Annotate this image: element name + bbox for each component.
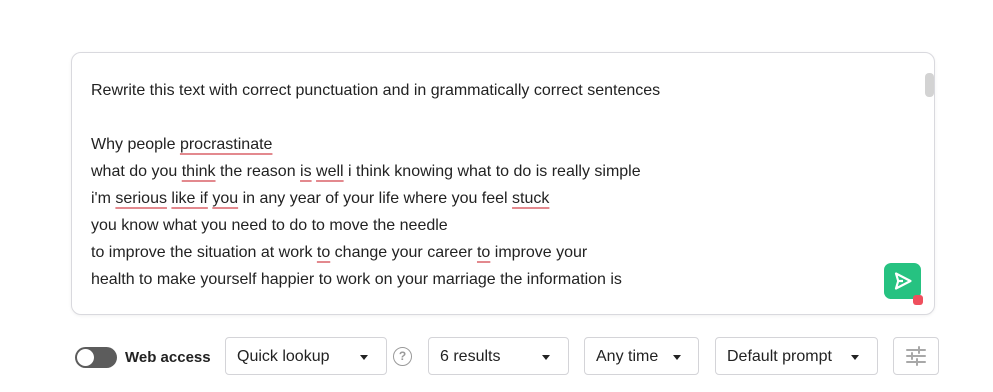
settings-button[interactable] <box>893 337 939 375</box>
prompt-text-segment: i think knowing what to do is really sim… <box>343 163 641 180</box>
prompt-line: Rewrite this text with correct punctuati… <box>91 77 891 104</box>
prompt-line <box>91 104 891 131</box>
prompt-line: what do you think the reason is well i t… <box>91 158 891 185</box>
prompt-text-segment <box>91 109 95 126</box>
misspelled-word: stuck <box>512 190 550 207</box>
results-count-select[interactable]: 6 results <box>428 337 569 375</box>
prompt-line: you know what you need to do to move the… <box>91 212 891 239</box>
prompt-text-segment: the reason <box>215 163 301 180</box>
prompt-text-segment: i'm <box>91 190 116 207</box>
time-range-select[interactable]: Any time <box>584 337 699 375</box>
misspelled-word: to <box>316 244 331 261</box>
web-access-toggle[interactable] <box>75 347 117 368</box>
chevron-down-icon <box>851 355 859 360</box>
prompt-textarea[interactable]: Rewrite this text with correct punctuati… <box>71 52 935 315</box>
misspelled-word: you <box>212 190 239 207</box>
search-options-toolbar: Web access Quick lookup ? 6 results Any … <box>0 336 993 378</box>
lookup-mode-select[interactable]: Quick lookup <box>225 337 387 375</box>
time-range-value: Any time <box>596 348 659 365</box>
send-button[interactable] <box>884 263 921 299</box>
prompt-text-segment: health to make yourself happier to work … <box>91 271 622 288</box>
sliders-icon <box>906 346 926 366</box>
misspelled-word: is <box>300 163 312 180</box>
misspelled-word: like if <box>171 190 208 207</box>
chevron-down-icon <box>542 355 550 360</box>
prompt-text[interactable]: Rewrite this text with correct punctuati… <box>91 77 891 311</box>
prompt-text-segment <box>91 298 536 311</box>
misspelled-word: serious <box>115 190 167 207</box>
prompt-text-segment: improve your <box>490 244 588 261</box>
prompt-text-segment: Rewrite this text with correct punctuati… <box>91 82 661 99</box>
prompt-text-segment: Why people <box>91 136 180 153</box>
lookup-mode-value: Quick lookup <box>237 348 330 365</box>
results-count-value: 6 results <box>440 348 501 365</box>
chevron-down-icon <box>360 355 368 360</box>
prompt-line: Why people procrastinate <box>91 131 891 158</box>
prompt-text-segment: in any year of your life where you feel <box>238 190 513 207</box>
misspelled-word: well <box>316 163 344 180</box>
help-icon[interactable]: ? <box>393 347 412 366</box>
prompt-template-value: Default prompt <box>727 348 832 365</box>
misspelled-word: to <box>476 244 491 261</box>
send-icon <box>894 272 912 290</box>
prompt-line: health to make yourself happier to work … <box>91 266 891 293</box>
prompt-text-segment: you know what you need to do to move the… <box>91 217 448 234</box>
status-indicator <box>913 295 923 305</box>
prompt-text-segment: what do you <box>91 163 182 180</box>
prompt-line <box>91 293 891 311</box>
prompt-line: i'm serious like if you in any year of y… <box>91 185 891 212</box>
misspelled-word: think <box>181 163 216 180</box>
scrollbar-thumb[interactable] <box>925 73 934 97</box>
web-access-label: Web access <box>125 349 211 366</box>
prompt-line: to improve the situation at work to chan… <box>91 239 891 266</box>
misspelled-word: procrastinate <box>179 136 273 153</box>
prompt-template-select[interactable]: Default prompt <box>715 337 878 375</box>
chevron-down-icon <box>673 355 681 360</box>
prompt-text-segment: change your career <box>330 244 477 261</box>
toggle-knob <box>77 349 94 366</box>
prompt-text-segment: to improve the situation at work <box>91 244 317 261</box>
